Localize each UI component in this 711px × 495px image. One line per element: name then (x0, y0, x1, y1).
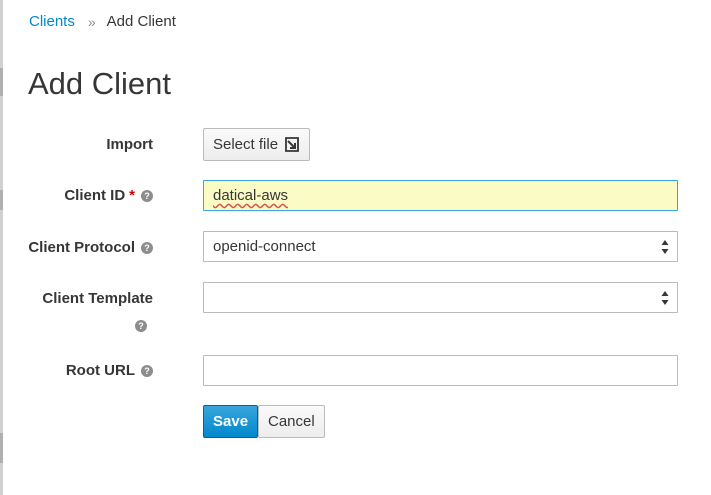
client-template-label-text: Client Template (42, 290, 153, 307)
breadcrumb-separator: » (87, 13, 96, 30)
breadcrumb-current: Add Client (106, 13, 176, 30)
required-indicator: * (129, 187, 135, 204)
client-template-select[interactable] (203, 282, 678, 313)
question-circle-icon[interactable]: ? (141, 189, 153, 202)
select-arrows-icon (661, 291, 669, 305)
client-id-label: Client ID * ? (64, 187, 153, 204)
save-button[interactable]: Save (203, 405, 259, 438)
client-template-label: Client Template ? (42, 290, 153, 332)
import-label-text: Import (106, 136, 153, 153)
select-arrows-icon (661, 240, 669, 254)
select-file-label: Select file (213, 136, 279, 153)
client-id-label-text: Client ID (64, 187, 126, 204)
client-protocol-select[interactable]: openid-connect (203, 231, 678, 262)
import-label: Import (106, 136, 153, 153)
client-id-value: datical-aws (213, 187, 289, 204)
breadcrumb-clients-link[interactable]: Clients (29, 13, 75, 30)
cancel-button-label: Cancel (268, 413, 315, 430)
root-url-label-text: Root URL (65, 362, 135, 379)
breadcrumb: Clients » Add Client (29, 13, 176, 30)
edge-notch (0, 190, 3, 210)
question-circle-icon[interactable]: ? (141, 364, 153, 377)
question-circle-icon[interactable]: ? (135, 320, 147, 332)
import-arrow-icon (285, 136, 299, 152)
client-protocol-label: Client Protocol ? (28, 239, 153, 256)
select-file-button[interactable]: Select file (203, 128, 311, 161)
save-button-label: Save (213, 413, 249, 430)
edge-notch (0, 433, 3, 463)
question-circle-icon[interactable]: ? (141, 241, 153, 254)
page-title: Add Client (28, 66, 172, 101)
client-protocol-label-text: Client Protocol (28, 239, 135, 256)
cancel-button[interactable]: Cancel (258, 405, 325, 438)
client-id-input[interactable]: datical-aws (203, 180, 678, 211)
root-url-input[interactable] (203, 355, 678, 386)
left-edge-border (0, 0, 3, 495)
edge-notch (0, 68, 3, 96)
root-url-label: Root URL ? (66, 362, 153, 379)
client-protocol-selected: openid-connect (213, 238, 316, 255)
